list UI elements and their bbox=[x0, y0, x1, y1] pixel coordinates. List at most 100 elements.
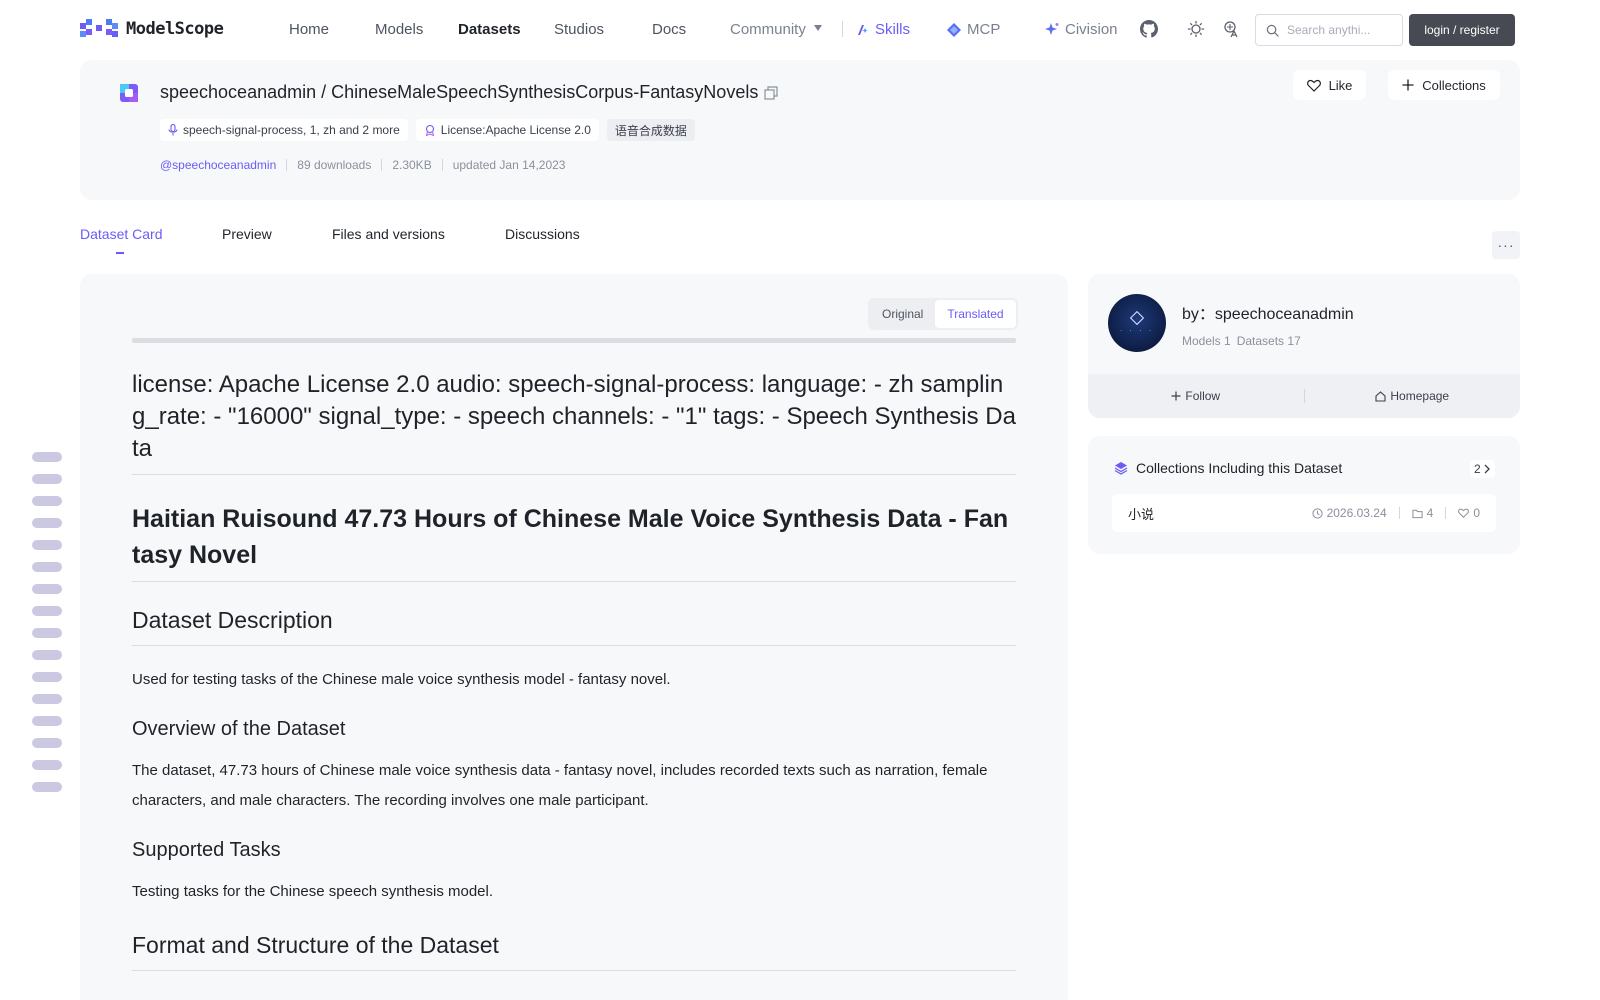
tag-task-label: speech-signal-process, 1, zh and 2 more bbox=[183, 123, 400, 137]
nav-models[interactable]: Models bbox=[375, 21, 423, 38]
follow-button[interactable]: Follow bbox=[1088, 389, 1304, 403]
translate-icon[interactable] bbox=[1223, 20, 1241, 38]
card-heading: Haitian Ruisound 47.73 Hours of Chinese … bbox=[132, 501, 1016, 582]
section-supported-tasks: Supported Tasks bbox=[132, 839, 281, 861]
collections-button[interactable]: Collections bbox=[1388, 70, 1500, 100]
dataset-title: speechoceanadmin / ChineseMaleSpeechSynt… bbox=[160, 82, 778, 103]
toc-item[interactable] bbox=[32, 760, 62, 770]
toc-item[interactable] bbox=[32, 518, 62, 528]
tag-license[interactable]: License:Apache License 2.0 bbox=[415, 119, 599, 141]
collection-name: 小说 bbox=[1128, 506, 1155, 522]
dataset-header: speechoceanadmin / ChineseMaleSpeechSynt… bbox=[80, 60, 1520, 200]
toc-item[interactable] bbox=[32, 606, 62, 616]
meta-divider bbox=[381, 159, 383, 171]
nav-civision[interactable]: Civision bbox=[1044, 21, 1118, 38]
collection-date: 2026.03.24 bbox=[1326, 506, 1387, 520]
author-card: · · · · by：speechoceanadmin Models 1 Dat… bbox=[1088, 274, 1520, 418]
collection-likes: 0 bbox=[1473, 506, 1480, 520]
tab-discussions[interactable]: Discussions bbox=[505, 226, 580, 242]
nav-docs[interactable]: Docs bbox=[652, 21, 686, 38]
home-icon bbox=[1375, 390, 1386, 402]
nav-studios[interactable]: Studios bbox=[554, 21, 604, 38]
toc-item[interactable] bbox=[32, 496, 62, 506]
toc-item[interactable] bbox=[32, 650, 62, 660]
toc-item[interactable] bbox=[32, 694, 62, 704]
tab-files-and-versions[interactable]: Files and versions bbox=[332, 226, 445, 242]
theme-sun-icon[interactable] bbox=[1187, 20, 1205, 38]
updated-date: updated Jan 14,2023 bbox=[452, 158, 566, 172]
toggle-translated[interactable]: Translated bbox=[935, 300, 1016, 328]
mic-icon bbox=[168, 124, 178, 136]
search-input[interactable] bbox=[1287, 23, 1387, 37]
collection-item[interactable]: 小说 2026.03.24 4 0 bbox=[1112, 494, 1496, 532]
author-name[interactable]: by：speechoceanadmin bbox=[1182, 300, 1354, 324]
collection-dataset-count: 4 bbox=[1426, 506, 1434, 520]
plus-icon bbox=[1402, 79, 1414, 91]
toc-item[interactable] bbox=[32, 584, 62, 594]
collections-heading: Collections Including this Dataset bbox=[1114, 460, 1342, 476]
divider bbox=[1445, 507, 1447, 519]
heart-icon bbox=[1458, 508, 1470, 518]
meta-divider bbox=[441, 159, 443, 171]
datasets-count[interactable]: Datasets 17 bbox=[1237, 334, 1301, 348]
toc-item[interactable] bbox=[32, 540, 62, 550]
homepage-label: Homepage bbox=[1390, 389, 1450, 403]
toc-item[interactable] bbox=[32, 474, 62, 484]
logo-mark bbox=[80, 19, 118, 37]
tab-dataset-card[interactable]: Dataset Card bbox=[80, 226, 162, 242]
toc-item[interactable] bbox=[32, 628, 62, 638]
dataset-size: 2.30KB bbox=[392, 158, 432, 172]
avatar-logo-mark bbox=[1129, 310, 1145, 325]
login-register-button[interactable]: login / register bbox=[1409, 14, 1515, 46]
section-format-structure: Format and Structure of the Dataset bbox=[132, 932, 1016, 971]
nav-skills[interactable]: Skills bbox=[856, 21, 910, 38]
dataset-title-text: speechoceanadmin / ChineseMaleSpeechSynt… bbox=[160, 82, 759, 102]
overview-text: The dataset, 47.73 hours of Chinese male… bbox=[132, 762, 988, 809]
toc-item[interactable] bbox=[32, 716, 62, 726]
collections-card: Collections Including this Dataset 2 小说 … bbox=[1088, 436, 1520, 554]
divider bbox=[132, 338, 1016, 343]
table-of-contents bbox=[32, 452, 62, 804]
nav-civision-label: Civision bbox=[1065, 21, 1118, 38]
logo[interactable]: ModelScope bbox=[80, 19, 224, 39]
license-icon bbox=[425, 124, 434, 136]
tag-keyword[interactable]: 语音合成数据 bbox=[606, 119, 695, 141]
tab-preview[interactable]: Preview bbox=[222, 226, 272, 242]
divider bbox=[1398, 507, 1400, 519]
supported-tasks-text: Testing tasks for the Chinese speech syn… bbox=[132, 883, 494, 900]
author-link[interactable]: @speechoceanadmin bbox=[160, 158, 276, 172]
nav-mcp-label: MCP bbox=[967, 21, 1001, 38]
github-icon[interactable] bbox=[1140, 20, 1158, 38]
follow-label: Follow bbox=[1185, 389, 1221, 403]
yaml-metadata: license: Apache License 2.0 audio: speec… bbox=[132, 369, 1016, 475]
toc-item[interactable] bbox=[32, 782, 62, 792]
models-count[interactable]: Models 1 bbox=[1182, 334, 1231, 348]
section-overview: Overview of the Dataset bbox=[132, 718, 346, 740]
nav-community[interactable]: Community bbox=[730, 21, 822, 38]
folder-icon bbox=[1412, 509, 1423, 518]
toc-item[interactable] bbox=[32, 562, 62, 572]
nav-datasets[interactable]: Datasets bbox=[458, 21, 521, 38]
tag-task[interactable]: speech-signal-process, 1, zh and 2 more bbox=[160, 119, 408, 141]
nav-mcp[interactable]: MCP bbox=[946, 21, 1000, 38]
copy-icon[interactable] bbox=[764, 85, 778, 100]
toc-item[interactable] bbox=[32, 738, 62, 748]
avatar-dots: · · · · bbox=[1120, 327, 1154, 334]
like-label: Like bbox=[1328, 77, 1353, 93]
dataset-tags: speech-signal-process, 1, zh and 2 more … bbox=[160, 119, 695, 141]
homepage-button[interactable]: Homepage bbox=[1305, 389, 1521, 403]
dataset-card-content: Original Translated license: Apache Lice… bbox=[80, 274, 1068, 1000]
author-counts: Models 1 Datasets 17 bbox=[1182, 334, 1301, 348]
downloads-count: 89 downloads bbox=[297, 158, 372, 172]
collection-meta: 2026.03.24 4 0 bbox=[1311, 506, 1480, 520]
toc-item[interactable] bbox=[32, 452, 62, 462]
avatar[interactable]: · · · · bbox=[1108, 294, 1166, 352]
more-icon[interactable]: ··· bbox=[1492, 231, 1520, 259]
toc-item[interactable] bbox=[32, 672, 62, 682]
search-box[interactable] bbox=[1255, 14, 1403, 46]
like-button[interactable]: Like bbox=[1293, 70, 1366, 100]
toggle-original[interactable]: Original bbox=[870, 300, 935, 328]
collections-count-link[interactable]: 2 bbox=[1470, 460, 1495, 478]
nav-home[interactable]: Home bbox=[289, 21, 329, 38]
markdown-body: license: Apache License 2.0 audio: speec… bbox=[132, 338, 1016, 971]
